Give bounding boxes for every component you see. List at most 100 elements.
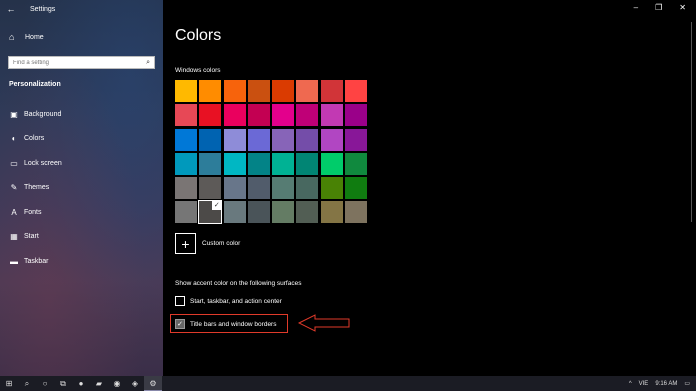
brush-icon: ✎ (10, 183, 18, 193)
color-swatch[interactable] (296, 104, 319, 127)
color-swatch[interactable] (320, 104, 343, 127)
sidebar-item-label: Start (24, 233, 39, 241)
clock[interactable]: 9:16 AM (655, 381, 677, 387)
color-swatch[interactable] (345, 201, 368, 224)
surfaces-label: Show accent color on the following surfa… (175, 280, 302, 287)
taskbar-icon: ▬ (10, 256, 18, 266)
page-title: Colors (175, 27, 222, 44)
close-icon[interactable]: ✕ (679, 3, 686, 12)
color-swatch[interactable] (272, 152, 295, 175)
color-swatch[interactable] (175, 152, 197, 175)
color-swatch[interactable] (223, 80, 246, 102)
color-swatch[interactable] (247, 201, 270, 224)
color-swatch[interactable] (345, 177, 368, 200)
sidebar-item-label: Themes (24, 184, 50, 192)
color-swatch[interactable] (320, 152, 343, 175)
color-swatch[interactable] (247, 177, 270, 200)
color-swatch[interactable] (320, 128, 343, 151)
sidebar-item-fonts[interactable]: A Fonts (0, 200, 163, 225)
search-icon: ⌕ (146, 58, 150, 66)
file-explorer-icon[interactable]: ▰ (90, 376, 108, 391)
window-controls: – ❐ ✕ (634, 3, 686, 12)
color-swatch[interactable] (223, 104, 246, 127)
sidebar-item-taskbar[interactable]: ▬ Taskbar (0, 249, 163, 274)
sidebar-search-input[interactable] (13, 59, 133, 66)
back-button[interactable]: ← (0, 0, 22, 18)
color-swatch[interactable] (223, 128, 246, 151)
title-bars-checkbox-row[interactable]: ✓ Title bars and window borders (175, 319, 276, 329)
color-swatch[interactable] (223, 177, 246, 200)
color-swatch[interactable]: ✓ (198, 200, 223, 225)
color-swatch[interactable] (345, 152, 368, 175)
color-swatch[interactable] (175, 201, 197, 224)
windows-taskbar: ⊞ ⌕ ○ ⧉ ● ▰ ◉ ◈ ⚙ ^ VIE 9:16 AM ▭ (0, 376, 696, 391)
color-swatch[interactable] (345, 104, 368, 127)
sidebar-item-label: Fonts (24, 208, 42, 216)
color-swatch[interactable] (296, 201, 319, 224)
sidebar-item-colors[interactable]: ◐ Colors (0, 127, 163, 152)
color-swatch[interactable] (272, 104, 295, 127)
spotify-icon[interactable]: ● (72, 376, 90, 391)
color-swatch[interactable] (247, 152, 270, 175)
cortana-icon[interactable]: ○ (36, 376, 54, 391)
start-taskbar-checkbox-row[interactable]: Start, taskbar, and action center (175, 296, 282, 306)
custom-color-button[interactable]: + Custom color (175, 233, 240, 254)
color-swatch[interactable] (296, 152, 319, 175)
color-swatch[interactable] (272, 201, 295, 224)
store-icon[interactable]: ◈ (126, 376, 144, 391)
color-swatch[interactable] (296, 80, 319, 102)
color-swatch[interactable] (345, 80, 368, 102)
color-swatch[interactable] (272, 80, 295, 102)
color-swatch[interactable] (272, 177, 295, 200)
color-swatch[interactable] (320, 201, 343, 224)
sidebar-item-background[interactable]: ▣ Background (0, 102, 163, 127)
plus-icon: + (175, 233, 196, 254)
sidebar-item-start[interactable]: ▦ Start (0, 225, 163, 250)
sidebar-item-themes[interactable]: ✎ Themes (0, 176, 163, 201)
color-swatch[interactable] (247, 104, 270, 127)
color-swatch[interactable] (223, 201, 246, 224)
scrollbar[interactable] (690, 22, 693, 222)
start-grid-icon: ▦ (10, 232, 18, 242)
color-swatch[interactable] (175, 177, 197, 200)
color-swatch[interactable] (272, 128, 295, 151)
settings-taskbar-icon[interactable]: ⚙ (144, 376, 162, 391)
color-swatch[interactable] (199, 128, 222, 151)
task-view-icon[interactable]: ⧉ (54, 376, 72, 391)
start-icon[interactable]: ⊞ (0, 376, 18, 391)
color-swatch[interactable] (175, 80, 197, 102)
color-swatch[interactable] (199, 177, 222, 200)
custom-color-label: Custom color (202, 240, 241, 247)
sidebar-item-label: Colors (24, 135, 45, 143)
sidebar-item-lock-screen[interactable]: ▭ Lock screen (0, 151, 163, 176)
restore-icon[interactable]: ❐ (655, 3, 662, 12)
color-swatch[interactable] (345, 128, 368, 151)
start-taskbar-checkbox[interactable] (175, 296, 185, 306)
home-nav-item[interactable]: ⌂ Home (0, 27, 163, 47)
color-swatch[interactable] (320, 177, 343, 200)
title-bars-checkbox[interactable]: ✓ (175, 319, 185, 329)
language-indicator[interactable]: VIE (639, 381, 649, 387)
chrome-icon[interactable]: ◉ (108, 376, 126, 391)
color-swatch[interactable] (199, 152, 222, 175)
color-swatch[interactable] (175, 104, 197, 127)
color-swatch[interactable] (199, 80, 222, 102)
color-swatch[interactable] (247, 80, 270, 102)
color-swatch[interactable] (296, 128, 319, 151)
back-arrow-icon: ← (6, 4, 16, 14)
notification-icon[interactable]: ▭ (684, 380, 690, 387)
color-swatch[interactable] (247, 128, 270, 151)
color-swatch[interactable] (199, 104, 222, 127)
chevron-up-icon[interactable]: ^ (629, 381, 632, 387)
color-swatch[interactable] (175, 128, 197, 151)
title-bars-checkbox-label: Title bars and window borders (190, 320, 277, 328)
color-swatch[interactable] (296, 177, 319, 200)
color-swatch[interactable] (223, 152, 246, 175)
system-tray: ^ VIE 9:16 AM ▭ (629, 380, 696, 388)
home-icon: ⌂ (9, 32, 15, 42)
palette-icon: ◐ (11, 134, 17, 144)
sidebar-search-box[interactable]: ⌕ (8, 56, 155, 69)
minimize-icon[interactable]: – (634, 3, 638, 12)
color-swatch[interactable] (320, 80, 343, 102)
search-icon[interactable]: ⌕ (18, 376, 36, 391)
